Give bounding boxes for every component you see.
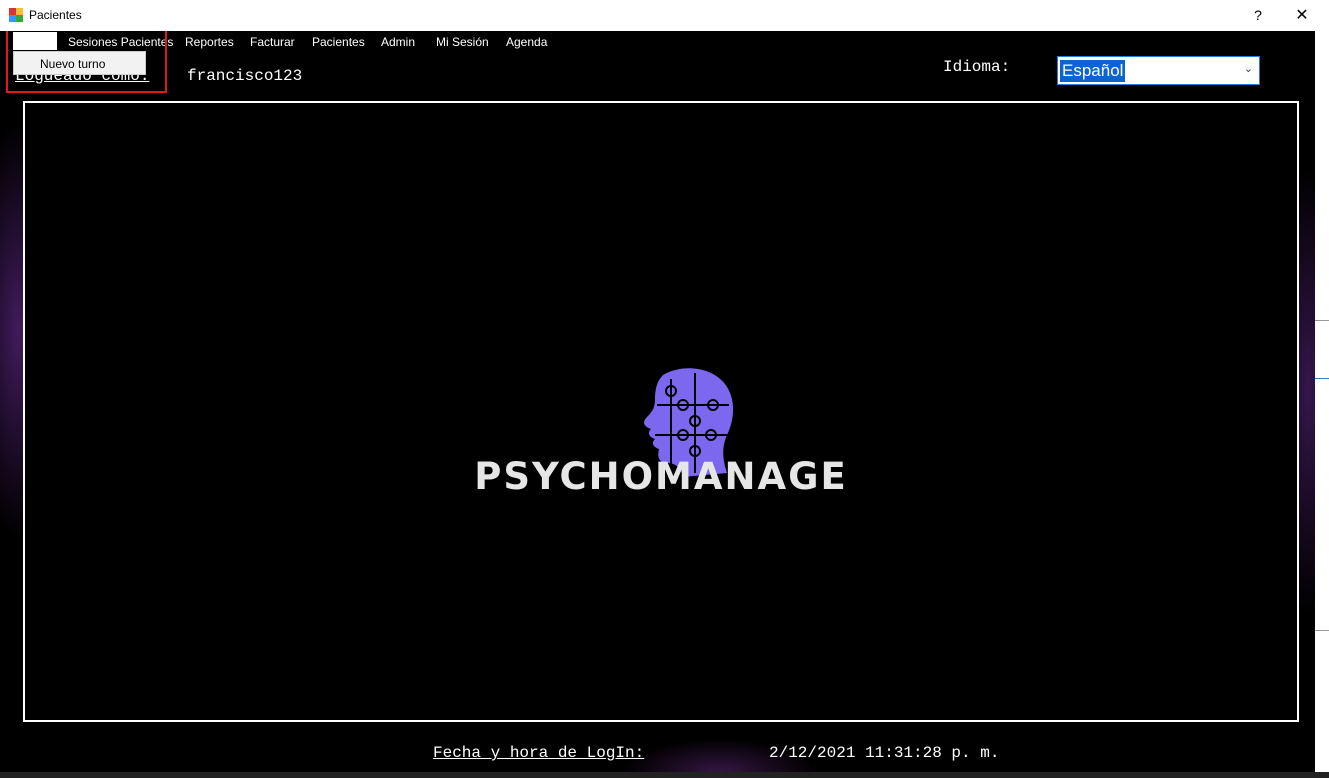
- divider: [1315, 630, 1329, 631]
- menu-bar: Sesiones Pacientes Reportes Facturar Pac…: [0, 31, 1315, 52]
- login-datetime-label: Fecha y hora de LogIn:: [433, 744, 645, 762]
- taskbar-edge: [0, 772, 1329, 778]
- main-window: Sesiones Pacientes Reportes Facturar Pac…: [0, 31, 1315, 778]
- divider: [1315, 378, 1329, 379]
- content-panel: PSYCHOMANAGE: [23, 101, 1299, 722]
- username-value: francisco123: [187, 67, 303, 85]
- background-window-edge: [1315, 31, 1329, 778]
- language-select[interactable]: Español ⌄: [1057, 56, 1260, 85]
- menu-facturar[interactable]: Facturar: [250, 35, 295, 49]
- menu-reportes[interactable]: Reportes: [185, 35, 234, 49]
- chevron-down-icon: ⌄: [1243, 63, 1253, 75]
- language-selected-value: Español: [1060, 60, 1126, 82]
- close-button[interactable]: ✕: [1279, 0, 1325, 31]
- highlight-box: [6, 31, 167, 93]
- menu-agenda[interactable]: Agenda: [506, 35, 547, 49]
- login-datetime-value: 2/12/2021 11:31:28 p. m.: [769, 744, 1000, 762]
- menu-pacientes[interactable]: Pacientes: [312, 35, 365, 49]
- language-label: Idioma:: [943, 58, 1011, 76]
- menu-admin[interactable]: Admin: [381, 35, 415, 49]
- app-logo-text: PSYCHOMANAGE: [474, 455, 848, 498]
- title-bar: Pacientes ? ✕: [0, 0, 1329, 31]
- help-button[interactable]: ?: [1238, 0, 1278, 31]
- app-icon: [9, 8, 23, 22]
- window-title: Pacientes: [29, 8, 82, 22]
- menu-mi-sesion[interactable]: Mi Sesión: [436, 35, 489, 49]
- divider: [1315, 320, 1329, 321]
